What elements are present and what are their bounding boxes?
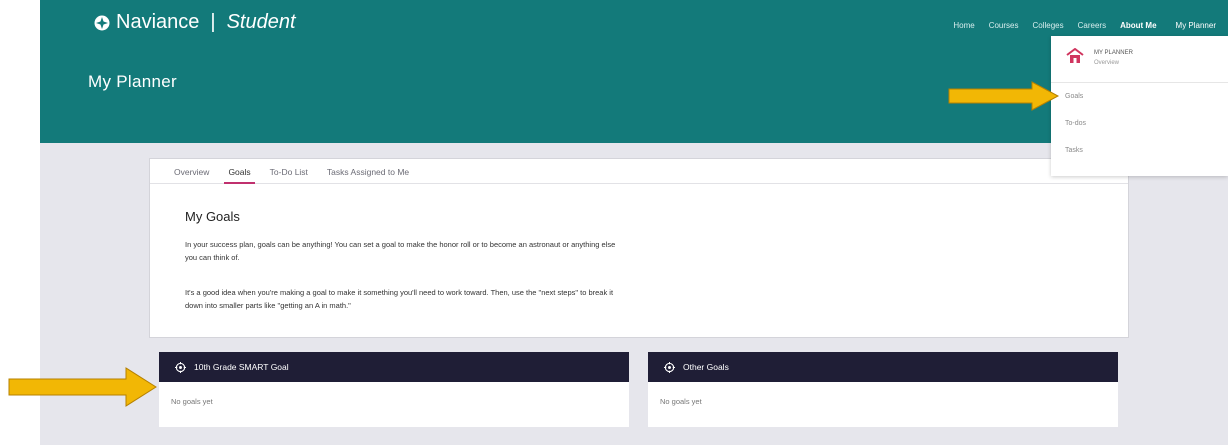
- tab-tasks-assigned[interactable]: Tasks Assigned to Me: [327, 161, 409, 182]
- nav-colleges[interactable]: Colleges: [1026, 21, 1071, 30]
- my-planner-dropdown: MY PLANNER Overview Goals To-dos Tasks: [1051, 36, 1228, 176]
- page-title: My Planner: [88, 72, 177, 91]
- brand-separator: |: [210, 11, 216, 33]
- dropdown-item-tasks[interactable]: Tasks: [1065, 147, 1083, 154]
- panel-header[interactable]: 10th Grade SMART Goal: [159, 352, 629, 382]
- goals-paragraph-2: It's a good idea when you're making a go…: [185, 286, 825, 312]
- goals-paragraph-2-line-1: It's a good idea when you're making a go…: [185, 288, 614, 297]
- dropdown-header-subtitle: Overview: [1094, 60, 1120, 66]
- target-icon: [175, 361, 186, 373]
- nav-home[interactable]: Home: [946, 21, 981, 30]
- tab-overview[interactable]: Overview: [174, 161, 209, 182]
- panel-empty-text: No goals yet: [171, 397, 213, 406]
- nav-careers[interactable]: Careers: [1071, 21, 1113, 30]
- tab-todo-list[interactable]: To-Do List: [270, 161, 308, 182]
- panel-title: Other Goals: [683, 362, 729, 372]
- panel-other-goals: Other Goals No goals yet: [648, 352, 1118, 427]
- nav-about-me[interactable]: About Me: [1113, 21, 1163, 30]
- brand-product: Student: [226, 11, 296, 33]
- dropdown-item-todos[interactable]: To-dos: [1065, 120, 1086, 127]
- target-icon: [664, 361, 675, 373]
- annotation-arrow-goals: [948, 81, 1060, 111]
- planner-house-icon: [1066, 48, 1084, 63]
- goals-paragraph-2-line-2: down into smaller parts like "getting an…: [185, 301, 351, 310]
- tab-bar: Overview Goals To-Do List Tasks Assigned…: [150, 159, 1128, 184]
- goals-paragraph-1: In your success plan, goals can be anyth…: [185, 238, 825, 264]
- goals-card: Overview Goals To-Do List Tasks Assigned…: [149, 158, 1129, 338]
- brand-name: Naviance: [116, 11, 200, 33]
- top-nav: Home Courses Colleges Careers About Me M…: [946, 15, 1228, 36]
- goals-paragraph-1-line-1: In your success plan, goals can be anyth…: [185, 240, 616, 249]
- nav-courses[interactable]: Courses: [982, 21, 1026, 30]
- brand[interactable]: Naviance | Student: [94, 11, 296, 34]
- dropdown-header[interactable]: MY PLANNER Overview: [1066, 48, 1133, 68]
- panel-title: 10th Grade SMART Goal: [194, 362, 289, 372]
- tab-goals[interactable]: Goals: [224, 161, 255, 184]
- annotation-arrow-smart-goal: [8, 367, 157, 407]
- panel-10th-grade-smart-goal: 10th Grade SMART Goal No goals yet: [159, 352, 629, 427]
- my-goals-heading: My Goals: [185, 209, 240, 224]
- panel-header[interactable]: Other Goals: [648, 352, 1118, 382]
- header-bar: Naviance | Student Home Courses Colleges…: [40, 0, 1228, 143]
- dropdown-header-title: MY PLANNER: [1094, 50, 1133, 56]
- dropdown-divider: [1051, 82, 1228, 83]
- dropdown-item-goals[interactable]: Goals: [1065, 93, 1083, 100]
- nav-my-planner[interactable]: My Planner: [1164, 15, 1228, 36]
- goals-paragraph-1-line-2: you can think of.: [185, 253, 240, 262]
- naviance-logo-icon: [94, 15, 110, 30]
- panel-empty-text: No goals yet: [660, 397, 702, 406]
